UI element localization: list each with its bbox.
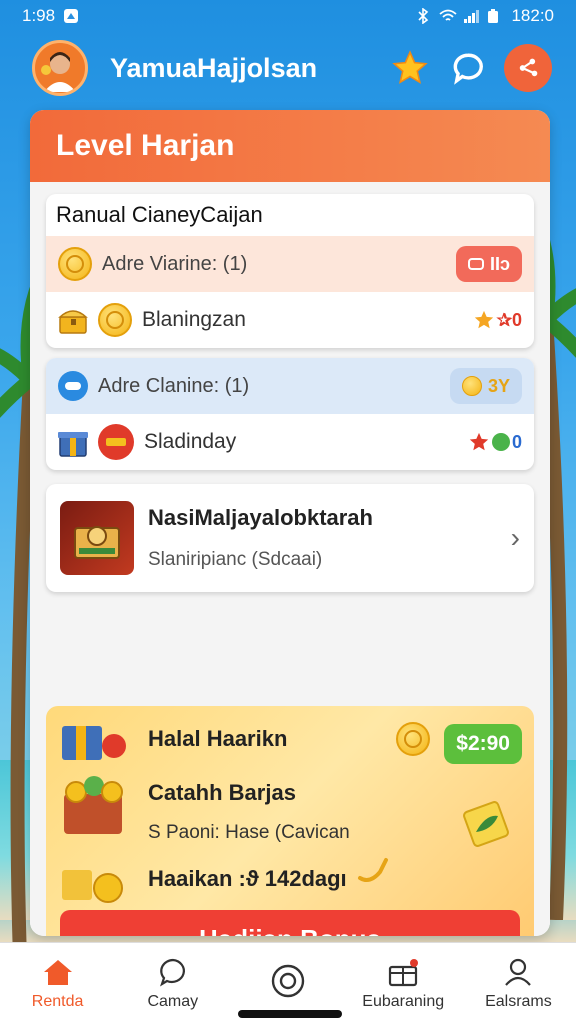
nav-label: Eubaraning xyxy=(362,992,445,1010)
nav-item-profile[interactable]: Ealsrams xyxy=(461,943,576,1024)
rating-badge: 0 xyxy=(468,431,522,453)
price-badge[interactable]: $2:90 xyxy=(444,724,522,764)
leaf-badge-icon xyxy=(463,801,509,847)
wifi-icon xyxy=(439,8,458,24)
reward-section-2: Adre Clanine: (1) 3Y Sladinday 0 xyxy=(46,358,534,470)
star-icon xyxy=(474,310,494,329)
rating-badge: ✰0 xyxy=(473,309,522,331)
list-item[interactable]: Blaningzan ✰0 xyxy=(46,292,534,348)
rewards-illustration xyxy=(62,726,126,903)
chat-bubble-icon xyxy=(159,958,185,986)
status-right: 182:0 xyxy=(415,6,554,26)
bonus-title: Halal Haarikn xyxy=(148,726,288,751)
share-icon xyxy=(519,58,538,77)
coin-icon xyxy=(98,303,132,337)
bluetooth-icon xyxy=(415,7,431,25)
star-icon xyxy=(392,50,428,84)
battery-icon xyxy=(487,8,503,24)
treasure-chest-icon xyxy=(58,310,88,334)
list-item[interactable]: Adre Clanine: (1) 3Y xyxy=(46,358,534,414)
status-right-text: 182:0 xyxy=(511,6,554,25)
nav-label: Camay xyxy=(147,992,199,1010)
level-card: Level Harjan Ranual CianeyCaijan Adre Vi… xyxy=(30,110,550,936)
badge-value: 3Y xyxy=(487,375,510,396)
nav-item-home[interactable]: Rentda xyxy=(0,943,115,1024)
badge-value: 0 xyxy=(511,431,522,452)
chevron-right-icon[interactable]: › xyxy=(511,522,520,554)
bonus-amount: Haaikan :ϑ 142dagı xyxy=(148,866,347,891)
bottom-nav: Rentda Camay Eubaraning Ealsrams xyxy=(0,942,576,1024)
status-badge[interactable]: IIɔ xyxy=(455,246,522,282)
row-label: Adre Viarine: (1) xyxy=(102,252,248,275)
share-button[interactable] xyxy=(504,44,552,92)
promo-item[interactable]: NasiMaljayalobktarah Slaniripianc (Sdcaa… xyxy=(46,484,534,592)
nav-item-rewards[interactable]: Eubaraning xyxy=(346,943,461,1024)
chat-bubble-icon xyxy=(453,53,483,85)
home-icon xyxy=(43,959,72,985)
favorites-button[interactable] xyxy=(388,46,432,90)
bonus-detail: S Paoni: Hase (Cavican xyxy=(148,822,350,843)
whistle-icon xyxy=(358,858,388,882)
coin-icon xyxy=(461,376,482,396)
nav-label: Rentda xyxy=(31,992,84,1010)
promo-thumbnail xyxy=(60,501,134,575)
section-title: Ranual CianeyCaijan xyxy=(56,202,263,227)
promo-subtitle: Slaniripianc (Sdcaai) xyxy=(148,549,323,570)
chat-button[interactable] xyxy=(446,46,490,90)
gift-icon xyxy=(389,958,419,986)
reward-section-1: Ranual CianeyCaijan Adre Viarine: (1) II… xyxy=(46,194,534,348)
coin-icon xyxy=(396,722,430,756)
list-item[interactable]: Sladinday 0 xyxy=(46,414,534,470)
info-icon xyxy=(58,371,88,401)
row-label: Blaningzan xyxy=(142,308,246,331)
row-label: Adre Clanine: (1) xyxy=(98,374,250,397)
app-header: YamuaHajjolsan xyxy=(32,38,552,98)
user-portrait-icon xyxy=(41,52,76,92)
badge-value: ✰0 xyxy=(496,309,522,330)
ticket-icon xyxy=(467,258,484,270)
avatar[interactable] xyxy=(32,40,88,96)
claim-bonus-button[interactable]: Hadiian Bonus xyxy=(60,910,520,936)
bonus-subtitle: Catahh Barjas xyxy=(148,780,296,805)
profile-icon xyxy=(505,958,532,986)
row-label: Sladinday xyxy=(144,430,237,453)
nav-label: Ealsrams xyxy=(485,992,552,1010)
card-title: Level Harjan xyxy=(30,110,550,182)
gift-box-icon xyxy=(58,432,88,457)
card-body: Ranual CianeyCaijan Adre Viarine: (1) II… xyxy=(30,182,550,936)
nav-item-chat[interactable]: Camay xyxy=(115,943,230,1024)
promo-title: NasiMaljayalobktarah xyxy=(148,505,373,530)
home-indicator[interactable] xyxy=(238,1010,342,1018)
status-badge[interactable]: 3Y xyxy=(449,368,522,404)
list-item[interactable]: Adre Viarine: (1) IIɔ xyxy=(46,236,534,292)
signal-icon xyxy=(463,8,480,24)
notification-icon xyxy=(63,8,79,24)
coin-icon xyxy=(58,247,92,281)
treasure-box-icon xyxy=(74,526,120,559)
star-icon xyxy=(469,432,489,451)
status-time: 1:98 xyxy=(22,6,56,25)
sale-badge-icon xyxy=(98,424,134,460)
bonus-card: Halal Haarikn $2:90 Catahh Barjas S Paon… xyxy=(46,706,534,936)
username: YamuaHajjolsan xyxy=(110,52,318,83)
badge-value: IIɔ xyxy=(489,253,510,274)
promo-text: NasiMaljayalobktarah Slaniripianc (Sdcaa… xyxy=(148,505,511,571)
status-left: 1:98 xyxy=(22,6,79,26)
status-bar: 1:98 182:0 xyxy=(0,0,576,32)
green-dot-icon xyxy=(491,433,510,451)
camera-icon xyxy=(271,964,305,997)
